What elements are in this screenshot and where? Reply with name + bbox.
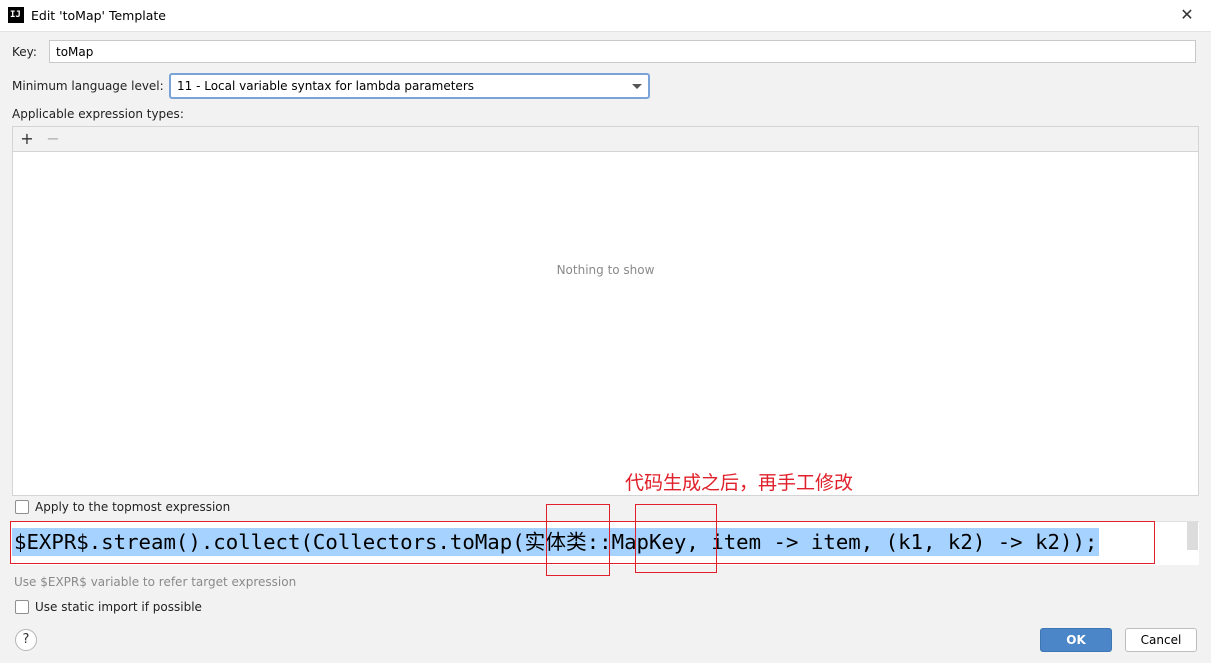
expression-types-toolbar: + −	[13, 127, 1198, 152]
static-import-checkbox[interactable]	[15, 600, 29, 614]
remove-icon[interactable]: −	[43, 129, 63, 149]
topmost-expression-label: Apply to the topmost expression	[35, 500, 231, 514]
empty-list-message: Nothing to show	[556, 263, 655, 277]
topmost-expression-checkbox[interactable]	[15, 500, 29, 514]
language-level-value: 11 - Local variable syntax for lambda pa…	[177, 79, 474, 93]
language-level-select[interactable]: 11 - Local variable syntax for lambda pa…	[169, 73, 650, 99]
ok-button[interactable]: OK	[1040, 628, 1112, 652]
template-editor[interactable]: $EXPR$.stream().collect(Collectors.toMap…	[10, 521, 1199, 565]
expr-variable-hint: Use $EXPR$ variable to refer target expr…	[14, 575, 297, 589]
expression-types-list[interactable]: + − Nothing to show	[12, 126, 1199, 496]
chevron-down-icon	[632, 84, 642, 89]
annotation-text: 代码生成之后，再手工修改	[625, 472, 854, 494]
static-import-label: Use static import if possible	[35, 600, 202, 614]
window-title: Edit 'toMap' Template	[31, 8, 166, 23]
help-button[interactable]: ?	[15, 629, 37, 651]
intellij-app-icon: IJ	[8, 7, 24, 23]
key-label: Key:	[12, 45, 37, 59]
editor-scrollbar[interactable]	[1187, 522, 1198, 550]
template-code: $EXPR$.stream().collect(Collectors.toMap…	[12, 528, 1100, 556]
expression-types-label: Applicable expression types:	[12, 107, 184, 121]
language-level-label: Minimum language level:	[12, 79, 164, 93]
add-icon[interactable]: +	[17, 129, 37, 149]
cancel-button[interactable]: Cancel	[1125, 628, 1197, 652]
key-input[interactable]	[49, 40, 1196, 63]
title-bar: IJ Edit 'toMap' Template ✕	[0, 0, 1211, 32]
close-icon[interactable]: ✕	[1178, 6, 1196, 24]
